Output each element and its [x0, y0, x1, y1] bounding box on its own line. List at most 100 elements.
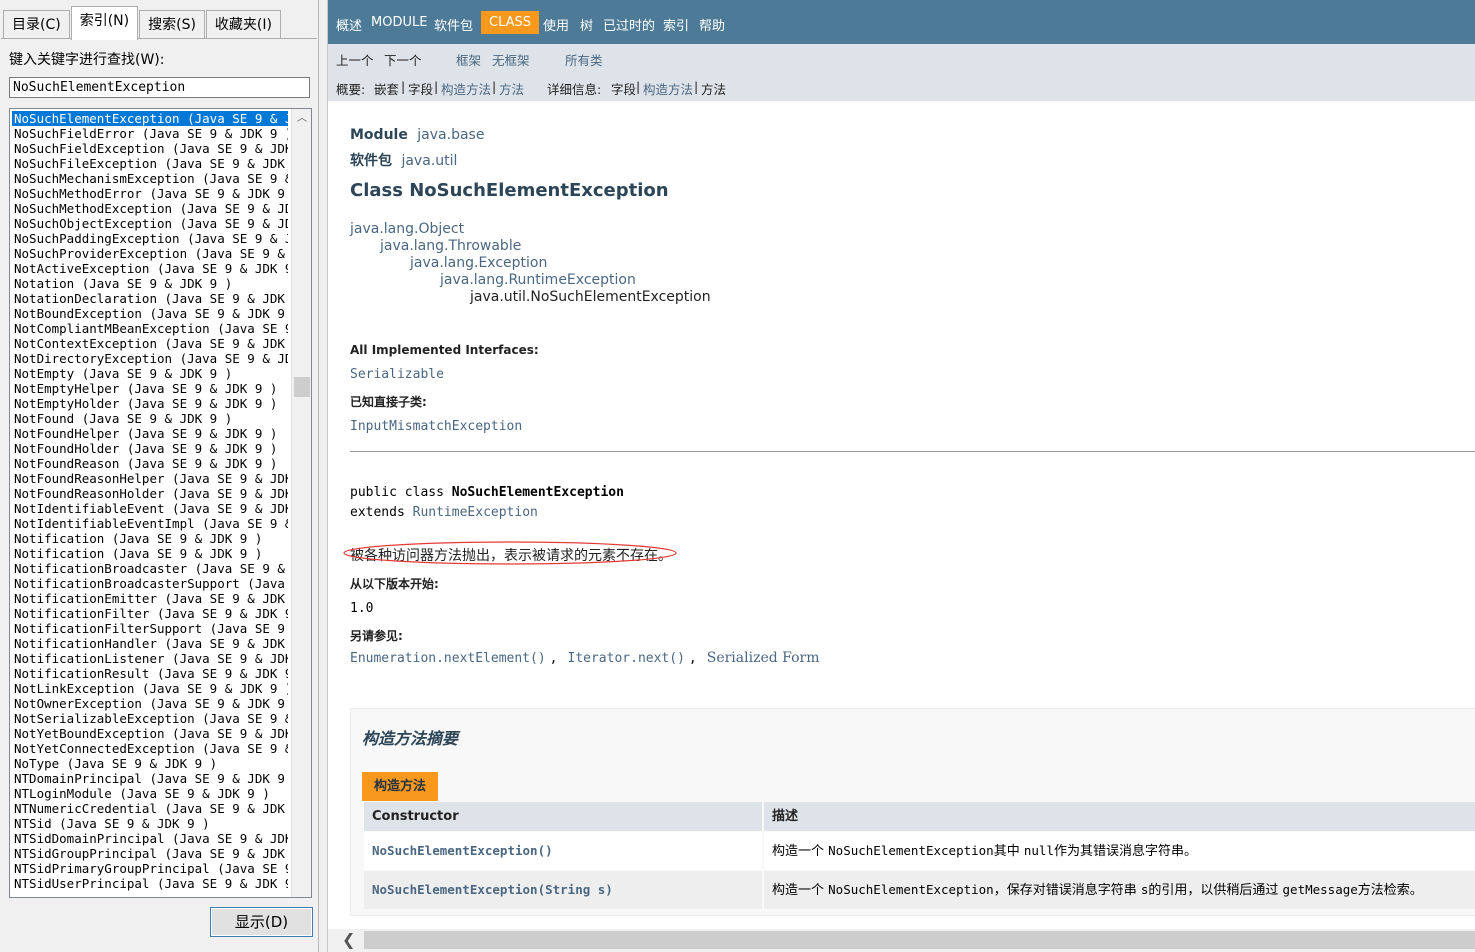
iterator-next-link[interactable]: Iterator.next(): [568, 651, 685, 666]
scrollbar-thumb[interactable]: [294, 377, 310, 397]
inheritance-throwable[interactable]: java.lang.Throwable: [380, 238, 521, 254]
list-item[interactable]: NTDomainPrincipal (Java SE 9 & JDK 9 ): [12, 771, 288, 786]
nav-module[interactable]: MODULE: [371, 15, 427, 30]
list-item[interactable]: NotFoundReasonHolder (Java SE 9 & JDK 9 …: [12, 486, 288, 501]
tab-contents[interactable]: 目录(C): [3, 10, 70, 39]
list-item[interactable]: NotificationEmitter (Java SE 9 & JDK 9 ): [12, 591, 288, 606]
list-item[interactable]: NTLoginModule (Java SE 9 & JDK 9 ): [12, 786, 288, 801]
scroll-left-icon[interactable]: ❮: [342, 930, 355, 949]
inputmismatch-link[interactable]: InputMismatchException: [350, 419, 522, 434]
index-list[interactable]: NoSuchElementException (Java SE 9 & JDK …: [9, 108, 312, 898]
nav-package[interactable]: 软件包: [434, 15, 473, 34]
nav-overview[interactable]: 概述: [336, 15, 362, 34]
serializable-link[interactable]: Serializable: [350, 367, 444, 382]
no-frames-link[interactable]: 无框架: [492, 50, 530, 69]
next-class: 下一个: [384, 53, 422, 68]
list-item[interactable]: NotEmpty (Java SE 9 & JDK 9 ): [12, 366, 288, 381]
list-item[interactable]: NoSuchFieldError (Java SE 9 & JDK 9 ): [12, 126, 288, 141]
display-button[interactable]: 显示(D): [210, 907, 313, 937]
list-item[interactable]: NotYetConnectedException (Java SE 9 & JD…: [12, 741, 288, 756]
nav-index[interactable]: 索引: [663, 15, 689, 34]
inheritance-object[interactable]: java.lang.Object: [350, 221, 464, 237]
list-item[interactable]: NotLinkException (Java SE 9 & JDK 9 ): [12, 681, 288, 696]
tab-favorites[interactable]: 收藏夹(I): [205, 10, 281, 39]
list-item[interactable]: NTSidGroupPrincipal (Java SE 9 & JDK 9 ): [12, 846, 288, 861]
list-item[interactable]: NotificationBroadcasterSupport (Java SE …: [12, 576, 288, 591]
list-item[interactable]: NoSuchObjectException (Java SE 9 & JDK 9…: [12, 216, 288, 231]
keyword-input[interactable]: [9, 77, 310, 98]
list-item[interactable]: NotificationBroadcaster (Java SE 9 & JDK…: [12, 561, 288, 576]
list-item[interactable]: NotificationHandler (Java SE 9 & JDK 9 ): [12, 636, 288, 651]
tab-search[interactable]: 搜索(S): [139, 10, 205, 39]
list-item[interactable]: NotCompliantMBeanException (Java SE 9 & …: [12, 321, 288, 336]
list-item[interactable]: NotIdentifiableEventImpl (Java SE 9 & JD…: [12, 516, 288, 531]
detail-field: 字段: [611, 82, 637, 97]
list-item[interactable]: Notification (Java SE 9 & JDK 9 ): [12, 531, 288, 546]
list-item[interactable]: NotFoundReasonHelper (Java SE 9 & JDK 9 …: [12, 471, 288, 486]
list-item[interactable]: NoType (Java SE 9 & JDK 9 ): [12, 756, 288, 771]
detail-constructor-link[interactable]: 构造方法: [643, 79, 693, 98]
nav-help[interactable]: 帮助: [699, 15, 725, 34]
list-item[interactable]: NotSerializableException (Java SE 9 & JD…: [12, 711, 288, 726]
package-link[interactable]: java.util: [401, 153, 457, 169]
list-item[interactable]: NoSuchProviderException (Java SE 9 & JDK…: [12, 246, 288, 261]
list-item[interactable]: NoSuchPaddingException (Java SE 9 & JDK …: [12, 231, 288, 246]
nav-deprecated[interactable]: 已过时的: [603, 15, 655, 34]
inheritance-exception[interactable]: java.lang.Exception: [410, 255, 547, 271]
list-item[interactable]: NotBoundException (Java SE 9 & JDK 9 ): [12, 306, 288, 321]
horizontal-scrollbar-thumb[interactable]: [364, 931, 1475, 949]
enumeration-nextelement-link[interactable]: Enumeration.nextElement(): [350, 651, 546, 666]
separator: |: [694, 79, 699, 94]
list-item[interactable]: NotFoundHolder (Java SE 9 & JDK 9 ): [12, 441, 288, 456]
list-item[interactable]: NotOwnerException (Java SE 9 & JDK 9 ): [12, 696, 288, 711]
horizontal-scrollbar[interactable]: ❮: [328, 929, 1475, 952]
nav-use[interactable]: 使用: [543, 15, 569, 34]
list-item[interactable]: NotificationListener (Java SE 9 & JDK 9 …: [12, 651, 288, 666]
list-item[interactable]: NTSidPrimaryGroupPrincipal (Java SE 9 & …: [12, 861, 288, 876]
constructor-link-noarg[interactable]: NoSuchElementException(): [372, 843, 553, 858]
constructor-link-string[interactable]: NoSuchElementException(String s): [372, 882, 613, 897]
list-item[interactable]: NTSid (Java SE 9 & JDK 9 ): [12, 816, 288, 831]
list-item[interactable]: NotActiveException (Java SE 9 & JDK 9 ): [12, 261, 288, 276]
list-item[interactable]: Notation (Java SE 9 & JDK 9 ): [12, 276, 288, 291]
frames-link[interactable]: 框架: [456, 50, 481, 69]
index-tab-panel: 键入关键字进行查找(W): NoSuchElementException (Ja…: [1, 38, 317, 950]
list-item[interactable]: NoSuchMethodError (Java SE 9 & JDK 9 ): [12, 186, 288, 201]
index-list-scrollbar[interactable]: ︿: [291, 109, 311, 897]
summary-method-link[interactable]: 方法: [499, 79, 524, 98]
list-item[interactable]: NotationDeclaration (Java SE 9 & JDK 9 ): [12, 291, 288, 306]
list-item[interactable]: NoSuchMethodException (Java SE 9 & JDK 9…: [12, 201, 288, 216]
scroll-up-icon[interactable]: ︿: [296, 113, 308, 125]
tab-index[interactable]: 索引(N): [70, 6, 139, 40]
list-item[interactable]: NotEmptyHolder (Java SE 9 & JDK 9 ): [12, 396, 288, 411]
list-item[interactable]: NotIdentifiableEvent (Java SE 9 & JDK 9 …: [12, 501, 288, 516]
list-item[interactable]: NTSidUserPrincipal (Java SE 9 & JDK 9 ): [12, 876, 288, 891]
list-item[interactable]: NTNumericCredential (Java SE 9 & JDK 9 ): [12, 801, 288, 816]
list-item[interactable]: NotFoundReason (Java SE 9 & JDK 9 ): [12, 456, 288, 471]
list-item[interactable]: NotFound (Java SE 9 & JDK 9 ): [12, 411, 288, 426]
sub-nav-bar: 上一个 下一个 框架 无框架 所有类 概要: 嵌套 | 字段 | 构造方法 | …: [328, 44, 1475, 101]
list-item[interactable]: NoSuchElementException (Java SE 9 & JDK …: [12, 111, 288, 126]
list-item[interactable]: NoSuchFileException (Java SE 9 & JDK 9 ): [12, 156, 288, 171]
list-item[interactable]: NotDirectoryException (Java SE 9 & JDK 9…: [12, 351, 288, 366]
list-item[interactable]: NTSidDomainPrincipal (Java SE 9 & JDK 9 …: [12, 831, 288, 846]
all-classes-link[interactable]: 所有类: [565, 50, 603, 69]
list-item[interactable]: NotEmptyHelper (Java SE 9 & JDK 9 ): [12, 381, 288, 396]
list-item[interactable]: NotFoundHelper (Java SE 9 & JDK 9 ): [12, 426, 288, 441]
table-row-desc: 构造一个 NoSuchElementException其中 null作为其错误消…: [764, 832, 1475, 870]
runtimeexception-link[interactable]: RuntimeException: [413, 505, 538, 520]
list-item[interactable]: NotContextException (Java SE 9 & JDK 9 ): [12, 336, 288, 351]
list-item[interactable]: NotificationFilter (Java SE 9 & JDK 9 ): [12, 606, 288, 621]
list-item[interactable]: NotificationFilterSupport (Java SE 9 & J…: [12, 621, 288, 636]
list-item[interactable]: Notification (Java SE 9 & JDK 9 ): [12, 546, 288, 561]
top-nav-bar: 概述 MODULE 软件包 CLASS 使用 树 已过时的 索引 帮助: [328, 0, 1475, 44]
inheritance-runtimeexception[interactable]: java.lang.RuntimeException: [440, 272, 636, 288]
list-item[interactable]: NoSuchMechanismException (Java SE 9 & JD…: [12, 171, 288, 186]
summary-constructor-link[interactable]: 构造方法: [441, 79, 491, 98]
serialized-form-link[interactable]: Serialized Form: [707, 650, 820, 666]
list-item[interactable]: NoSuchFieldException (Java SE 9 & JDK 9 …: [12, 141, 288, 156]
nav-tree[interactable]: 树: [580, 15, 593, 34]
list-item[interactable]: NotificationResult (Java SE 9 & JDK 9 ): [12, 666, 288, 681]
module-link[interactable]: java.base: [417, 127, 484, 143]
list-item[interactable]: NotYetBoundException (Java SE 9 & JDK 9 …: [12, 726, 288, 741]
